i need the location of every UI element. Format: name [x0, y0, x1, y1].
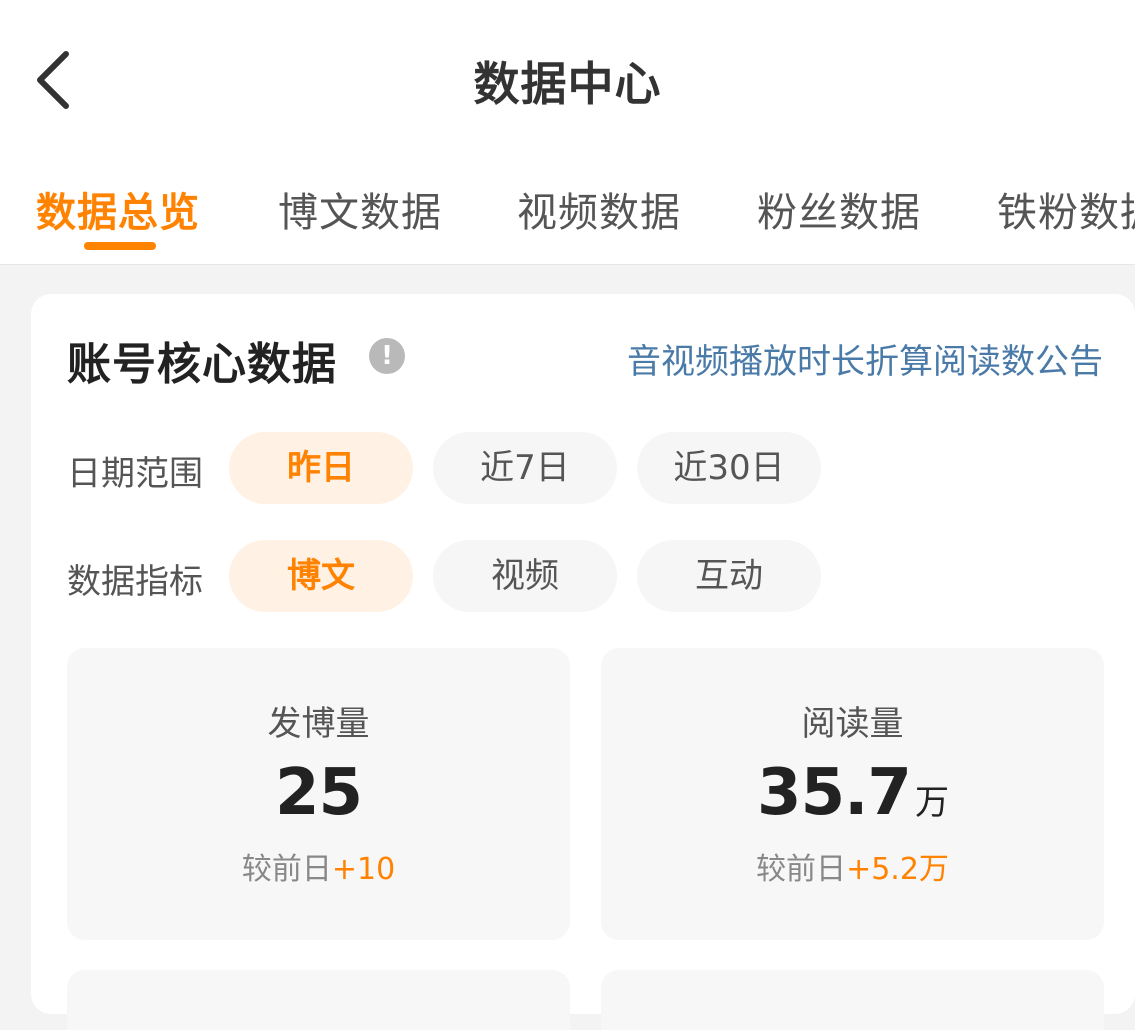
page-title: 数据中心 — [473, 57, 662, 111]
date-option-7days[interactable]: 近7日 — [433, 432, 617, 504]
stat-card-next-left[interactable] — [67, 970, 570, 1030]
tab-iron-fans-data[interactable]: 铁粉数据 — [997, 180, 1135, 238]
active-tab-indicator — [84, 242, 156, 250]
compare-prefix: 较前日 — [241, 852, 332, 887]
date-option-30days[interactable]: 近30日 — [637, 432, 821, 504]
metric-option-video[interactable]: 视频 — [433, 540, 617, 612]
stat-value: 25 — [67, 756, 570, 830]
stat-number: 25 — [274, 756, 363, 830]
stat-number: 35.7 — [757, 756, 912, 830]
section-title: 账号核心数据 — [67, 339, 337, 390]
stat-value: 35.7 万 — [601, 756, 1104, 830]
metric-label: 数据指标 — [67, 562, 203, 602]
compare-prefix: 较前日 — [756, 852, 847, 887]
stat-compare: 较前日+5.2万 — [601, 844, 1104, 888]
metric-option-interaction[interactable]: 互动 — [637, 540, 821, 612]
stat-post-count[interactable]: 发博量 25 较前日+10 — [67, 648, 570, 940]
stat-card-next-right[interactable] — [601, 970, 1104, 1030]
exclamation-icon[interactable]: ! — [369, 338, 405, 374]
date-range-label: 日期范围 — [67, 454, 203, 494]
date-option-yesterday[interactable]: 昨日 — [229, 432, 413, 504]
tab-overview[interactable]: 数据总览 — [36, 180, 200, 238]
core-data-card: 账号核心数据 ! 音视频播放时长折算阅读数公告 日期范围 昨日 近7日 近30日… — [31, 294, 1135, 1030]
tab-video-data[interactable]: 视频数据 — [517, 180, 681, 238]
stat-compare: 较前日+10 — [67, 844, 570, 888]
tab-post-data[interactable]: 博文数据 — [278, 180, 442, 238]
tab-fans-data[interactable]: 粉丝数据 — [757, 180, 921, 238]
top-bar: 数据中心 — [0, 0, 1135, 160]
stat-label: 阅读量 — [801, 704, 904, 744]
tab-bar: 数据总览 博文数据 视频数据 粉丝数据 铁粉数据 — [0, 160, 1135, 265]
stat-delta: +10 — [331, 852, 396, 887]
stat-label: 发博量 — [267, 704, 370, 744]
metric-option-posts[interactable]: 博文 — [229, 540, 413, 612]
stat-read-count[interactable]: 阅读量 35.7 万 较前日+5.2万 — [601, 648, 1104, 940]
stat-delta: +5.2万 — [846, 852, 949, 887]
stat-unit: 万 — [914, 783, 949, 823]
notice-link[interactable]: 音视频播放时长折算阅读数公告 — [627, 334, 1103, 383]
